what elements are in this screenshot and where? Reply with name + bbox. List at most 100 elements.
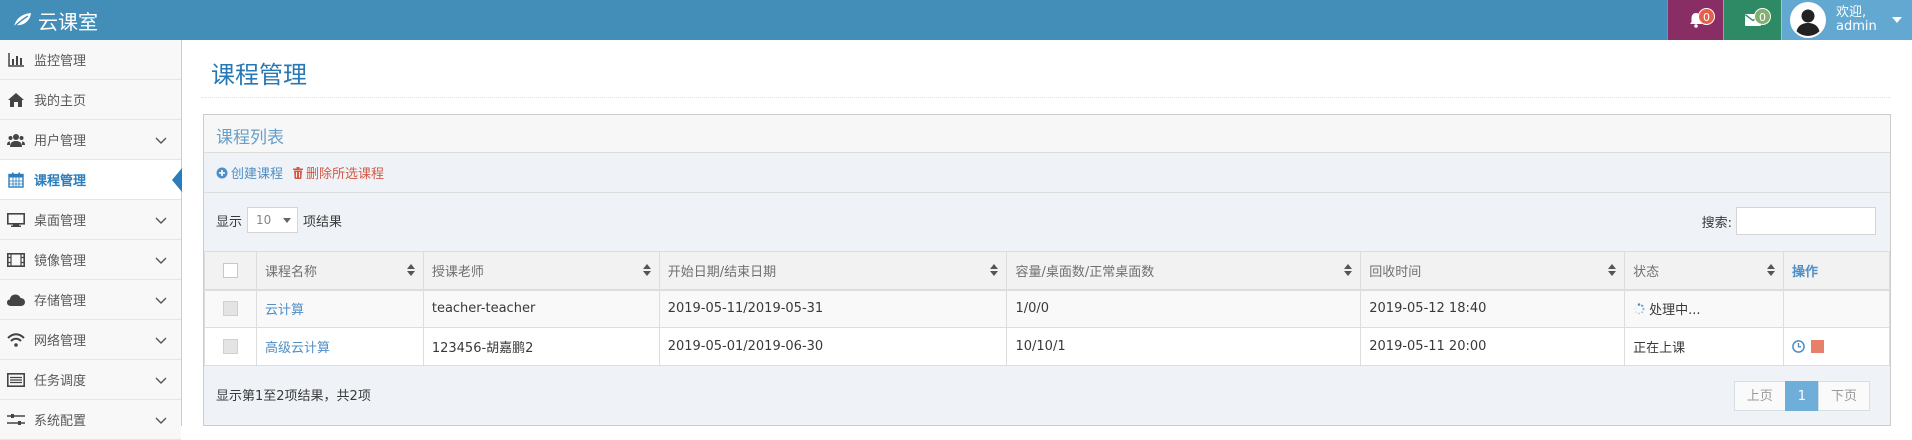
course-name-cell: 云计算 (255, 289, 424, 328)
prev-page-button[interactable]: 上页 (1733, 381, 1786, 411)
chevron-down-icon (155, 254, 167, 269)
recycle-time-cell: 2019-05-12 18:40 (1360, 289, 1626, 328)
chevron-down-icon (155, 294, 167, 309)
sidebar-item-courses[interactable]: 课程管理 (0, 160, 182, 200)
table-header-row: 课程名称 授课老师 开始日期/结束日期 容量/桌面数/正常桌面数 回收时间 状态… (204, 251, 1891, 291)
column-header-status[interactable]: 状态 (1624, 251, 1784, 291)
caret-down-icon (1892, 17, 1902, 23)
sidebar-item-users[interactable]: 用户管理 (0, 120, 181, 160)
row-actions (1792, 340, 1889, 353)
status-cell: 正在上课 (1624, 327, 1784, 366)
sidebar-item-scheduling[interactable]: 任务调度 (0, 360, 181, 400)
sidebar-item-home[interactable]: 我的主页 (0, 80, 181, 120)
capacity-cell: 10/10/1 (1006, 327, 1362, 366)
messages-button[interactable]: 0 (1723, 0, 1781, 40)
sidebar-item-label: 我的主页 (34, 94, 87, 109)
sidebar-item-label: 监控管理 (34, 54, 87, 69)
sidebar-item-monitoring[interactable]: 监控管理 (0, 40, 181, 80)
course-table: 课程名称 授课老师 开始日期/结束日期 容量/桌面数/正常桌面数 回收时间 状态… (204, 251, 1891, 366)
column-header-dates[interactable]: 开始日期/结束日期 (658, 251, 1008, 291)
status-text: 处理中... (1649, 303, 1701, 319)
sidebar-item-label: 存储管理 (34, 294, 87, 309)
column-header-teacher[interactable]: 授课老师 (422, 251, 660, 291)
teacher-cell: teacher-teacher (422, 289, 660, 328)
widget-toolbar: 创建课程 删除所选课程 (204, 153, 1890, 193)
leaf-icon (13, 13, 31, 28)
sidebar-item-label: 课程管理 (34, 174, 87, 189)
course-name-link[interactable]: 云计算 (265, 303, 304, 318)
search-control: 搜索: (1702, 207, 1876, 235)
users-icon (6, 133, 26, 147)
row-checkbox[interactable] (222, 301, 238, 317)
stop-icon[interactable] (1810, 340, 1824, 353)
table-row: 云计算 teacher-teacher 2019-05-11/2019-05-3… (204, 289, 1891, 328)
column-header-actions: 操作 (1782, 251, 1891, 291)
top-navbar: 云课室 0 0 欢迎, admin (0, 0, 1912, 40)
list-icon (6, 372, 26, 387)
sort-icon (1608, 264, 1617, 280)
sidebar-item-desktops[interactable]: 桌面管理 (0, 200, 181, 240)
widget-header: 课程列表 (204, 115, 1890, 153)
schedule-button[interactable] (1792, 340, 1805, 353)
notifications-badge: 0 (1698, 8, 1715, 25)
column-header-label: 授课老师 (431, 264, 484, 280)
column-header-label: 课程名称 (264, 264, 317, 280)
recycle-time-cell: 2019-05-11 20:00 (1360, 327, 1626, 366)
search-label: 搜索: (1701, 215, 1732, 231)
plus-circle-icon (216, 167, 228, 178)
sidebar-item-settings[interactable]: 系统配置 (0, 400, 181, 440)
select-caret-icon (283, 218, 292, 223)
sidebar-item-storage[interactable]: 存储管理 (0, 280, 181, 320)
brand-text: 云课室 (38, 9, 98, 34)
film-icon (6, 252, 26, 267)
delete-selected-button[interactable]: 删除所选课程 (293, 163, 384, 182)
page-length-select[interactable]: 10 (247, 207, 299, 233)
chevron-down-icon (155, 214, 167, 229)
sidebar-item-images[interactable]: 镜像管理 (0, 240, 181, 280)
sidebar-item-label: 桌面管理 (34, 214, 87, 229)
actions-cell (1782, 289, 1891, 328)
column-header-capacity[interactable]: 容量/桌面数/正常桌面数 (1006, 251, 1362, 291)
row-select-cell (204, 327, 257, 366)
teacher-cell: 123456-胡嘉鹏2 (422, 327, 660, 366)
sort-icon (406, 264, 415, 280)
select-all-checkbox[interactable] (222, 262, 238, 278)
table-controls: 显示 10 项结果 搜索: (204, 193, 1890, 251)
course-name-cell: 高级云计算 (255, 327, 424, 366)
widget-title: 课程列表 (216, 128, 284, 148)
sliders-icon (6, 413, 26, 427)
desktop-icon (6, 212, 26, 227)
page-length-control: 显示 10 项结果 (216, 207, 342, 233)
chevron-down-icon (155, 134, 167, 149)
column-header-name[interactable]: 课程名称 (255, 251, 424, 291)
page-title: 课程管理 (211, 61, 307, 89)
next-page-button[interactable]: 下页 (1817, 381, 1870, 411)
sort-icon (990, 264, 999, 280)
table-footer: 显示第1至2项结果，共2项 上页 1 下页 (204, 369, 1890, 425)
user-greeting: 欢迎, (1836, 5, 1867, 20)
page-length-value: 10 (256, 213, 272, 227)
sidebar-item-network[interactable]: 网络管理 (0, 320, 181, 360)
sidebar-item-label: 用户管理 (34, 134, 87, 149)
user-menu-button[interactable]: 欢迎, admin (1781, 0, 1912, 40)
page-1-button[interactable]: 1 (1784, 381, 1819, 411)
sidebar-item-label: 系统配置 (34, 414, 87, 429)
brand[interactable]: 云课室 (12, 0, 98, 40)
sidebar-item-label: 镜像管理 (34, 254, 87, 269)
row-checkbox[interactable] (222, 339, 238, 354)
course-name-link[interactable]: 高级云计算 (265, 341, 330, 356)
column-header-recycle[interactable]: 回收时间 (1360, 251, 1626, 291)
actions-cell (1782, 327, 1891, 366)
notifications-button[interactable]: 0 (1667, 0, 1723, 40)
create-course-button[interactable]: 创建课程 (216, 163, 283, 182)
search-input[interactable] (1736, 207, 1876, 235)
cloud-icon (6, 294, 26, 306)
user-avatar-icon (1796, 9, 1820, 36)
trash-icon (293, 166, 304, 179)
sidebar-item-label: 任务调度 (34, 374, 87, 389)
sort-icon (642, 264, 651, 280)
dates-cell: 2019-05-01/2019-06-30 (658, 327, 1008, 366)
column-header-label: 操作 (1791, 264, 1818, 280)
dates-cell: 2019-05-11/2019-05-31 (658, 289, 1008, 328)
sort-icon (1766, 264, 1775, 280)
